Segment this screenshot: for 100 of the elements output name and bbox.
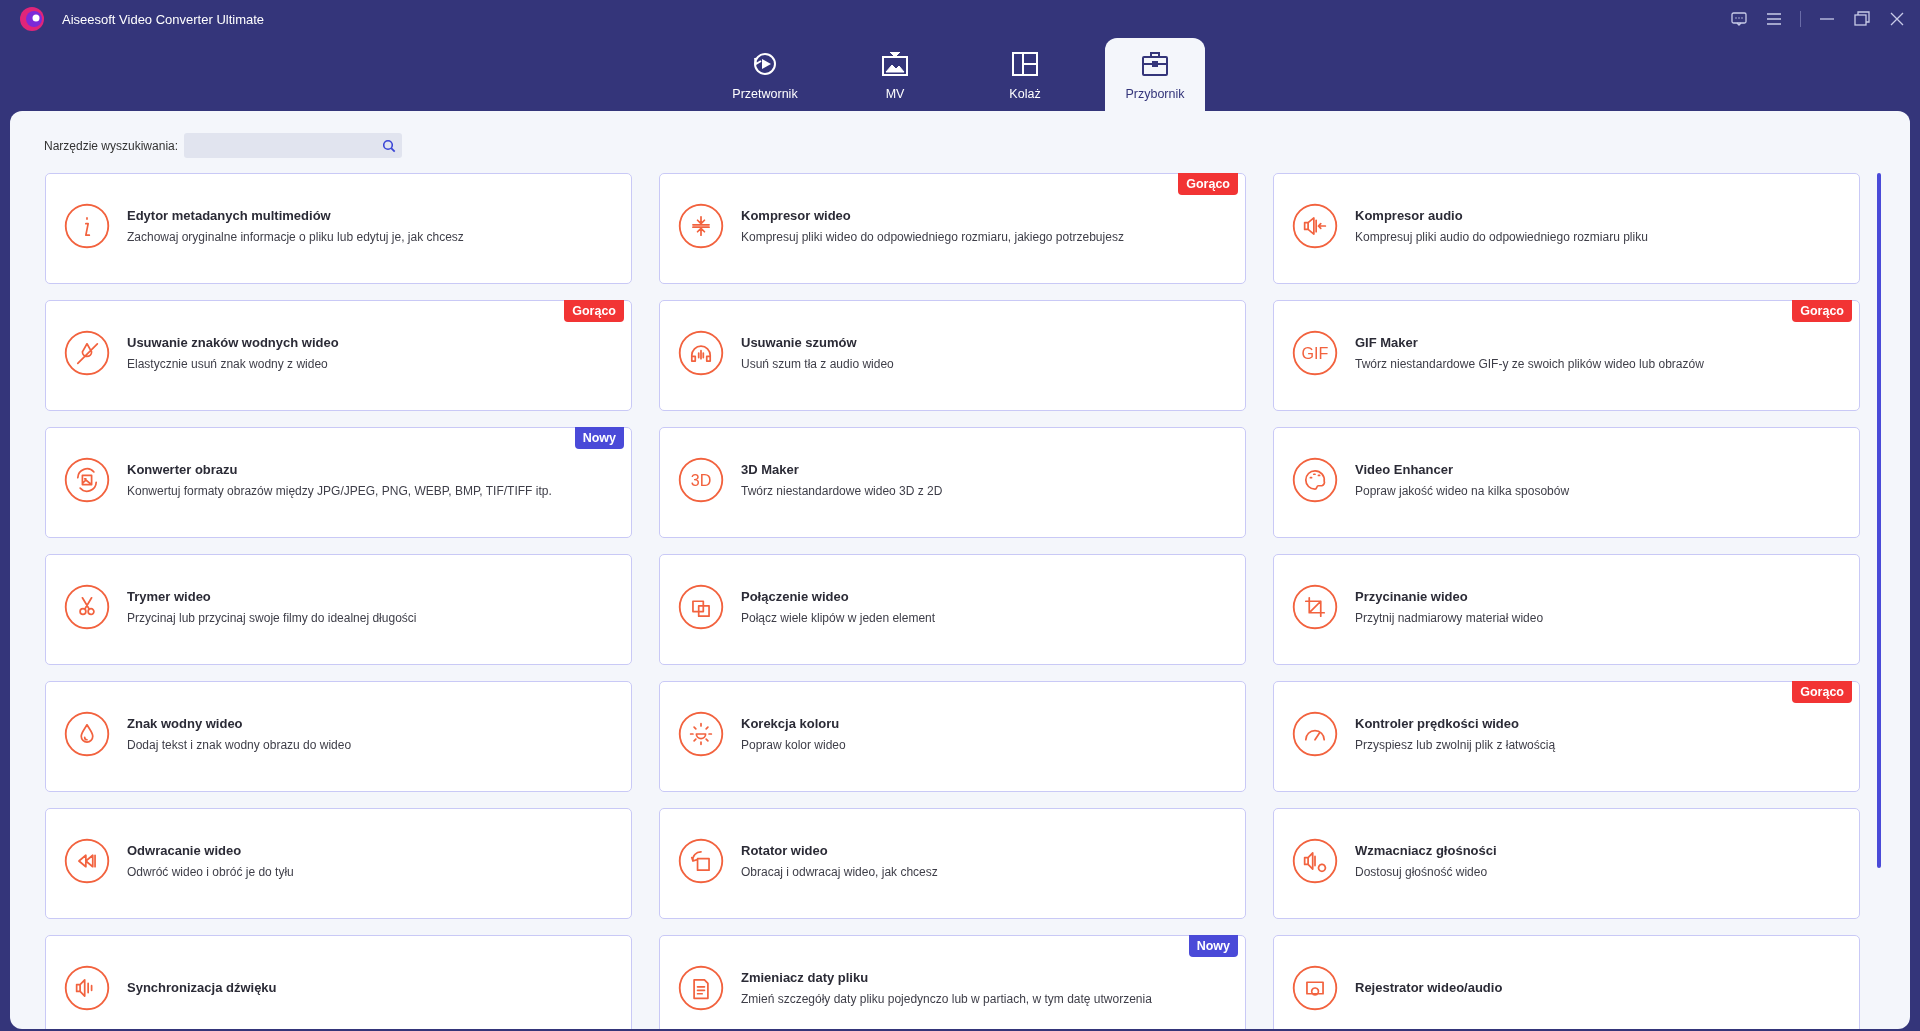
tool-icon [64,710,110,757]
tool-card[interactable]: Kontroler prędkości wideo Przyspiesz lub zwolnij plik z łatwością Gorąco [1273,681,1860,792]
tool-title: GIF Maker [1355,334,1419,350]
tool-icon [64,583,110,630]
tool-icon [64,456,110,503]
tool-icon [1292,456,1338,503]
tool-card[interactable]: Znak wodny wideo Dodaj tekst i znak wodny obrazu do wideo [45,681,632,792]
tool-description: Konwertuj formaty obrazów między JPG/JPEG, PNG, WEBP, BMP, TIF/TIFF itp. [127,483,552,498]
tool-description: Przytnij nadmiarowy materiał wideo [1355,610,1544,625]
tool-title: Wzmacniacz głośności [1355,842,1497,858]
tool-title: Kompresor wideo [741,207,852,223]
tool-icon [678,837,724,884]
tool-card[interactable]: Rotator wideo Obracaj i odwracaj wideo, jak chcesz [659,808,1246,919]
tool-title: Usuwanie szumów [741,334,858,350]
tool-card[interactable]: Rejestrator wideo/audio [1273,935,1860,1029]
tool-description: Twórz niestandardowe GIF-y ze swoich plików wideo lub obrazów [1355,356,1704,371]
tool-icon [1292,964,1338,1011]
tool-description: Elastycznie usuń znak wodny z wideo [127,356,329,371]
tool-title: Odwracanie wideo [127,842,243,858]
tool-title: Video Enhancer [1355,461,1454,477]
tool-icon: 3D [678,456,724,503]
tool-card[interactable]: 3D 3D Maker Twórz niestandardowe wideo 3D z 2D [659,427,1246,538]
tool-title: Trymer wideo [127,588,212,604]
tool-icon [1292,202,1338,249]
feedback-icon[interactable] [1730,10,1748,28]
tool-card[interactable]: Edytor metadanych multimediów Zachowaj oryginalne informacje o pliku lub edytuj je, jak chcesz [45,173,632,284]
tool-icon [64,202,110,249]
tool-card[interactable]: Usuwanie znaków wodnych wideo Elastycznie usuń znak wodny z wideo Gorąco [45,300,632,411]
tab[interactable]: Przybornik [1105,38,1205,111]
tool-description: Zachowaj oryginalne informacje o pliku lub edytuj je, jak chcesz [127,229,464,244]
tool-card[interactable]: Wzmacniacz głośności Dostosuj głośność wideo [1273,808,1860,919]
tab[interactable]: Kolaż [975,38,1075,111]
tool-card[interactable]: Synchronizacja dźwięku [45,935,632,1029]
tool-card[interactable]: Odwracanie wideo Odwróć wideo i obróć je do tyłu [45,808,632,919]
tool-icon [1292,837,1338,884]
window-title: Aiseesoft Video Converter Ultimate [62,11,265,27]
search-icon[interactable] [382,138,397,153]
tool-description: Popraw jakość wideo na kilka sposobów [1355,483,1570,498]
close-icon[interactable] [1888,10,1906,28]
tab[interactable]: MV [845,38,945,111]
tool-title: Rotator wideo [741,842,829,858]
tool-icon [678,202,724,249]
tool-description: Kompresuj pliki audio do odpowiedniego rozmiaru pliku [1355,229,1648,244]
tool-description: Zmień szczegóły daty pliku pojedynczo lub w partiach, w tym datę utworzenia [741,991,1152,1006]
tool-description: Przycinaj lub przycinaj swoje filmy do idealnej długości [127,610,417,625]
tool-title: Kompresor audio [1355,207,1464,223]
tool-icon [1292,583,1338,630]
tool-icon [64,837,110,884]
menu-icon[interactable] [1765,10,1783,28]
badge: Gorąco [1178,173,1238,195]
tool-title: Usuwanie znaków wodnych wideo [127,334,339,350]
tool-title: Przycinanie wideo [1355,588,1469,604]
badge: Gorąco [1792,300,1852,322]
badge: Gorąco [1792,681,1852,703]
restore-icon[interactable] [1853,10,1871,28]
tool-description: Dostosuj głośność wideo [1355,864,1489,879]
tool-description: Usuń szum tła z audio wideo [741,356,894,371]
tool-card[interactable]: Przycinanie wideo Przytnij nadmiarowy materiał wideo [1273,554,1860,665]
app-logo-icon [18,5,46,33]
tool-title: Kontroler prędkości wideo [1355,715,1520,731]
tool-icon [678,583,724,630]
tool-description: Kompresuj pliki wideo do odpowiedniego rozmiaru, jakiego potrzebujesz [741,229,1124,244]
tool-icon [64,964,110,1011]
tool-icon [64,329,110,376]
tool-description: Dodaj tekst i znak wodny obrazu do wideo [127,737,352,752]
tool-title: Konwerter obrazu [127,461,239,477]
tool-title: 3D Maker [741,461,800,477]
tool-card[interactable]: Kompresor wideo Kompresuj pliki wideo do odpowiedniego rozmiaru, jakiego potrzebujesz Gorąco [659,173,1246,284]
tool-card[interactable]: Połączenie wideo Połącz wiele klipów w jeden element [659,554,1246,665]
tool-card[interactable]: Kompresor audio Kompresuj pliki audio do odpowiedniego rozmiaru pliku [1273,173,1860,284]
scrollbar[interactable] [1877,173,1881,868]
tool-description: Twórz niestandardowe wideo 3D z 2D [741,483,943,498]
tool-title: Edytor metadanych multimediów [127,207,332,223]
tool-description: Popraw kolor wideo [741,737,846,752]
tool-card[interactable]: Video Enhancer Popraw jakość wideo na kilka sposobów [1273,427,1860,538]
tool-description: Odwróć wideo i obróć je do tyłu [127,864,294,879]
tool-title: Znak wodny wideo [127,715,244,731]
search-label: Narzędzie wyszukiwania: [44,138,179,153]
tool-icon: GIF [1292,329,1338,376]
tool-card[interactable]: Konwerter obrazu Konwertuj formaty obrazów między JPG/JPEG, PNG, WEBP, BMP, TIF/TIFF itp. Nowy [45,427,632,538]
badge: Nowy [1188,935,1238,957]
tool-icon [678,964,724,1011]
tool-description: Obracaj i odwracaj wideo, jak chcesz [741,864,938,879]
tool-card[interactable]: Trymer wideo Przycinaj lub przycinaj swoje filmy do idealnej długości [45,554,632,665]
tool-card[interactable]: Usuwanie szumów Usuń szum tła z audio wideo [659,300,1246,411]
badge: Gorąco [564,300,624,322]
tool-title: Zmieniacz daty pliku [741,969,870,985]
badge: Nowy [574,427,624,449]
tab[interactable]: Przetwornik [715,38,815,111]
tool-description: Przyspiesz lub zwolnij plik z łatwością [1355,737,1556,752]
tool-title: Połączenie wideo [741,588,850,604]
tool-description: Połącz wiele klipów w jeden element [741,610,936,625]
tool-card[interactable]: Zmieniacz daty pliku Zmień szczegóły daty pliku pojedynczo lub w partiach, w tym datę utworzenia Nowy [659,935,1246,1029]
tool-card[interactable]: Korekcja koloru Popraw kolor wideo [659,681,1246,792]
tool-icon [678,710,724,757]
search-field[interactable] [184,133,403,158]
tool-title: Rejestrator wideo/audio [1355,980,1503,995]
tool-icon [1292,710,1338,757]
tool-title: Synchronizacja dźwięku [127,980,277,995]
tool-card[interactable]: GIF GIF Maker Twórz niestandardowe GIF-y ze swoich plików wideo lub obrazów Gorąco [1273,300,1860,411]
